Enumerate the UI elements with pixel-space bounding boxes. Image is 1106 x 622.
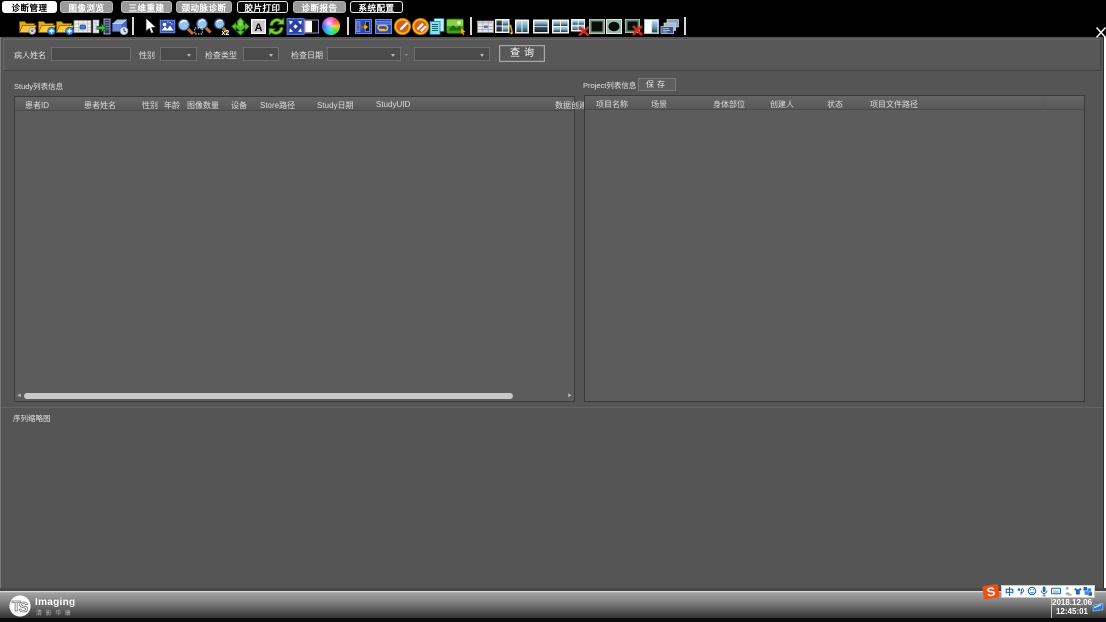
svg-text:x2: x2 <box>222 30 230 36</box>
svg-text:A: A <box>255 21 263 33</box>
svg-text:中: 中 <box>1005 586 1014 597</box>
svg-text:S: S <box>19 600 29 616</box>
